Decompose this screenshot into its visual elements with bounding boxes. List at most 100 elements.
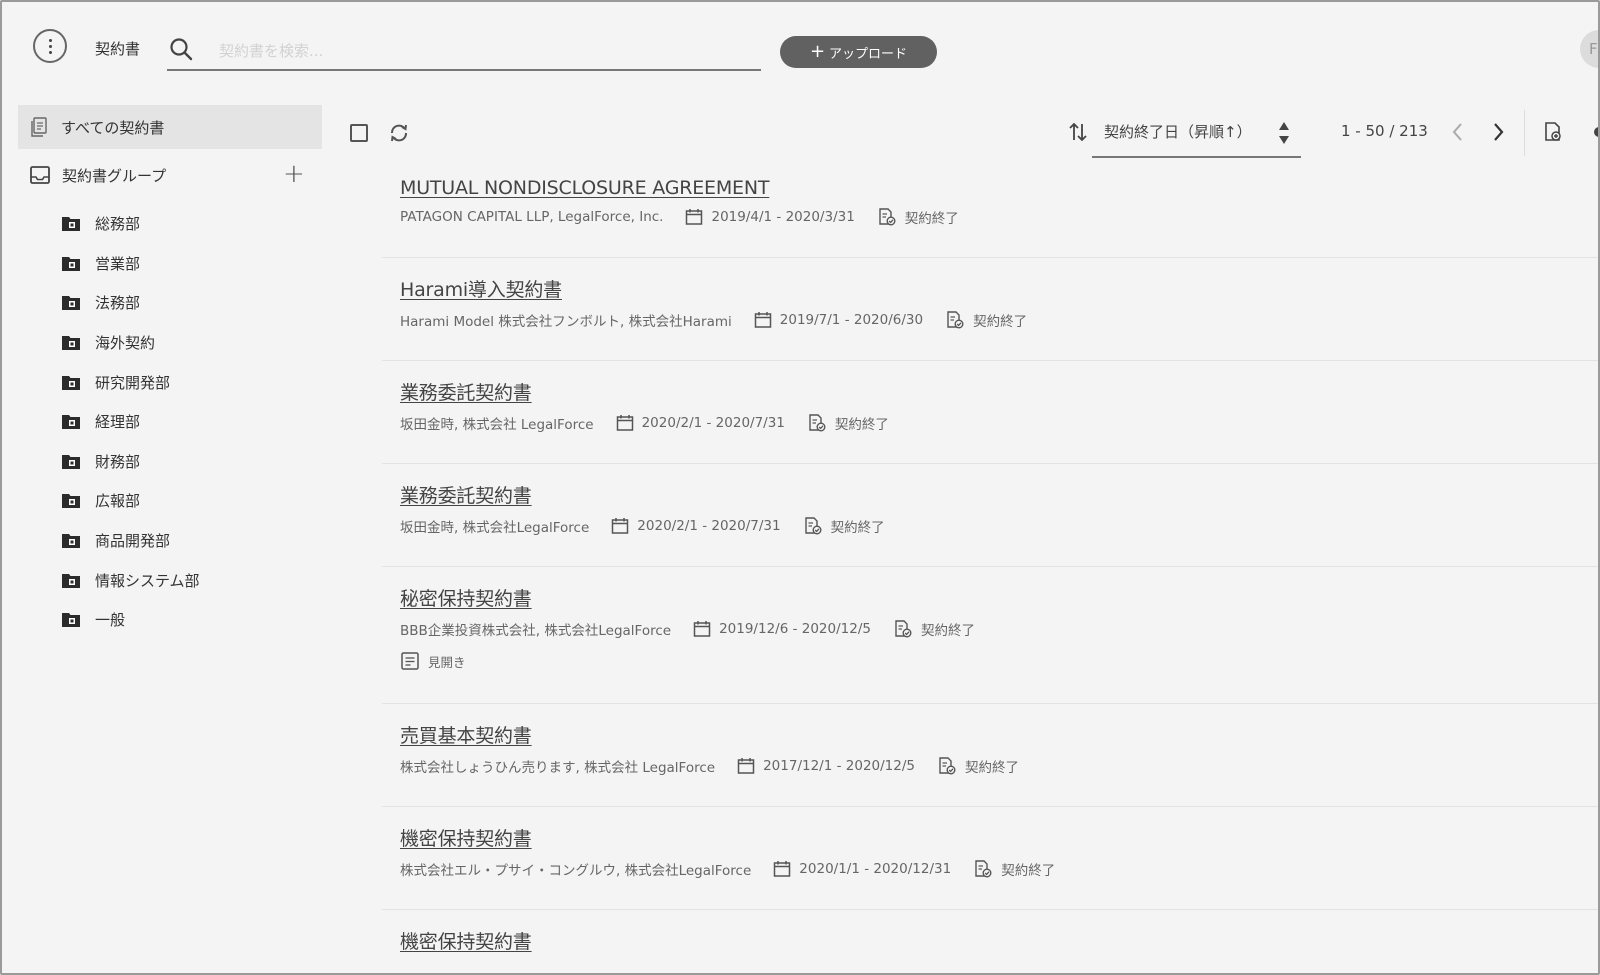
contract-title-link[interactable]: 機密保持契約書 — [400, 927, 532, 954]
contract-title-link[interactable]: 業務委託契約書 — [400, 378, 532, 405]
sidebar-folder-label: 研究開発部 — [95, 373, 171, 392]
sidebar-folder-label: 経理部 — [95, 413, 141, 432]
contract-status-icon — [877, 207, 897, 227]
sidebar-item-contract-groups[interactable]: 契約書グループ + — [18, 157, 322, 193]
contract-list-item[interactable]: 秘密保持契約書 BBB企業投資株式会社, 株式会社LegalForce 2019/1… — [382, 567, 1598, 704]
contract-list-item[interactable]: 機密保持契約書 株式会社エル・プサイ・コングルウ, 株式会社LegalForce 2… — [382, 807, 1598, 910]
contract-title-link[interactable]: Harami導入契約書 — [400, 275, 562, 302]
upload-button[interactable]: + アップロード — [780, 36, 937, 68]
contract-list-item[interactable]: 機密保持契約書 — [382, 910, 1598, 973]
contract-list-item[interactable]: Harami導入契約書 Harami Model 株式会社フンボルト, 株式会社H… — [382, 258, 1598, 361]
sidebar-folder-item[interactable]: 商品開発部 — [62, 521, 200, 561]
inbox-icon — [30, 166, 50, 184]
contract-title-link[interactable]: 機密保持契約書 — [400, 824, 532, 851]
sort-direction-icon[interactable] — [1068, 120, 1088, 144]
contract-title-link[interactable]: 売買基本契約書 — [400, 721, 532, 748]
contract-period: 2020/1/1 - 2020/12/31 — [799, 861, 952, 877]
toolbar-divider — [1524, 110, 1525, 156]
sidebar-folder-label: 商品開発部 — [95, 532, 171, 551]
contract-list-item[interactable]: 売買基本契約書 株式会社しょうひん売ります, 株式会社 LegalForce 201… — [382, 704, 1598, 807]
sidebar-folder-item[interactable]: 法務部 — [62, 283, 200, 323]
contract-title-link[interactable]: 業務委託契約書 — [400, 481, 532, 508]
sidebar-folder-item[interactable]: 海外契約 — [62, 323, 200, 363]
contract-status: 契約終了 — [920, 623, 975, 639]
select-arrows-icon — [1279, 122, 1289, 144]
contract-period: 2019/12/6 - 2020/12/5 — [719, 621, 871, 637]
contract-parties: 坂田金時, 株式会社LegalForce — [400, 520, 590, 536]
calendar-icon — [693, 620, 711, 638]
contract-extra-label: 見開き — [428, 654, 466, 670]
calendar-icon — [611, 517, 629, 535]
contract-extra-tag: 見開き — [400, 651, 1598, 671]
sidebar-folder-label: 一般 — [95, 611, 126, 630]
contract-status-icon — [893, 619, 913, 639]
refresh-icon[interactable] — [388, 122, 410, 144]
contract-status-icon — [807, 413, 827, 433]
sidebar-folder-label: 情報システム部 — [95, 571, 200, 590]
folder-icon — [62, 335, 80, 351]
calendar-icon — [773, 860, 791, 878]
contract-period: 2020/2/1 - 2020/7/31 — [641, 415, 785, 431]
contract-list: MUTUAL NONDISCLOSURE AGREEMENT PATAGON CA… — [382, 162, 1598, 973]
sidebar-folder-label: 営業部 — [95, 254, 141, 273]
contract-status-icon — [945, 310, 965, 330]
contract-status: 契約終了 — [1001, 863, 1056, 879]
document-export-icon[interactable] — [1542, 121, 1564, 143]
sidebar-folder-item[interactable]: 一般 — [62, 600, 200, 640]
folder-icon — [62, 295, 80, 311]
chevron-left-icon[interactable] — [1450, 120, 1466, 144]
contract-status: 契約終了 — [973, 314, 1028, 330]
contract-status-icon — [937, 756, 957, 776]
folder-icon — [62, 256, 80, 271]
contract-status: 契約終了 — [904, 211, 959, 227]
search-input[interactable] — [217, 36, 761, 66]
select-all-checkbox[interactable] — [350, 124, 368, 142]
sidebar-folder-item[interactable]: 研究開発部 — [62, 362, 200, 402]
contract-parties: BBB企業投資株式会社, 株式会社LegalForce — [400, 623, 672, 639]
contract-status-icon — [973, 859, 993, 879]
contract-status: 契約終了 — [830, 520, 885, 536]
sidebar-item-label: 契約書グループ — [62, 166, 167, 185]
contract-period: 2019/7/1 - 2020/6/30 — [779, 312, 924, 328]
search-icon[interactable] — [169, 37, 193, 61]
contract-parties: 坂田金時, 株式会社 LegalForce — [400, 417, 594, 433]
sidebar-item-all-contracts[interactable]: すべての契約書 — [18, 105, 322, 149]
search-underline — [167, 69, 761, 71]
plus-icon: + — [809, 41, 826, 62]
sidebar-item-label: すべての契約書 — [61, 118, 165, 137]
avatar[interactable]: F — [1580, 30, 1598, 68]
folder-icon — [62, 454, 80, 469]
folder-icon — [62, 533, 80, 549]
upload-label: アップロード — [829, 46, 908, 62]
contract-period: 2020/2/1 - 2020/7/31 — [637, 518, 781, 534]
add-group-icon[interactable]: + — [283, 159, 305, 189]
documents-icon — [31, 117, 47, 137]
menu-button[interactable] — [33, 29, 67, 63]
sidebar-folder-item[interactable]: 広報部 — [62, 481, 200, 521]
settings-icon[interactable] — [1592, 123, 1600, 141]
sidebar-folder-label: 財務部 — [95, 452, 141, 471]
sidebar-folder-item[interactable]: 情報システム部 — [62, 560, 200, 600]
folder-list: 総務部営業部法務部 海外契約研究開発部経理部財務部広報部商品開発部情報システム部一… — [62, 204, 200, 640]
sort-select[interactable]: 契約終了日（昇順↑） — [1092, 112, 1301, 158]
contract-status: 契約終了 — [834, 417, 889, 433]
contract-list-item[interactable]: 業務委託契約書坂田金時, 株式会社LegalForce 2020/2/1 - 20… — [382, 464, 1598, 567]
app-window: 契約書 + アップロード F すべての契約書 契約書グループ + 総務部営業部法… — [0, 0, 1600, 975]
folder-icon — [62, 612, 80, 628]
contract-title-link[interactable]: 秘密保持契約書 — [400, 584, 532, 611]
chevron-right-icon[interactable] — [1490, 120, 1506, 144]
contract-meta: PATAGON CAPITAL LLP, LegalForce, Inc. 201… — [400, 207, 1598, 227]
contract-list-item[interactable]: 業務委託契約書坂田金時, 株式会社 LegalForce 2020/2/1 - 2… — [382, 361, 1598, 464]
sidebar-folder-item[interactable]: 財務部 — [62, 442, 200, 482]
sidebar-folder-item[interactable]: 経理部 — [62, 402, 200, 442]
folder-icon — [62, 493, 80, 509]
sidebar-folder-label: 総務部 — [95, 215, 141, 234]
contract-title-link[interactable]: MUTUAL NONDISCLOSURE AGREEMENT — [400, 177, 769, 199]
contract-list-item[interactable]: MUTUAL NONDISCLOSURE AGREEMENT PATAGON CA… — [382, 162, 1598, 258]
contract-meta: Harami Model 株式会社フンボルト, 株式会社Harami 2019/7… — [400, 310, 1598, 330]
sidebar-folder-item[interactable]: 総務部 — [62, 204, 200, 244]
calendar-icon — [754, 311, 772, 329]
sidebar-folder-item[interactable]: 営業部 — [62, 244, 200, 284]
calendar-icon — [685, 208, 703, 226]
contract-parties: 株式会社しょうひん売ります, 株式会社 LegalForce — [400, 760, 716, 776]
